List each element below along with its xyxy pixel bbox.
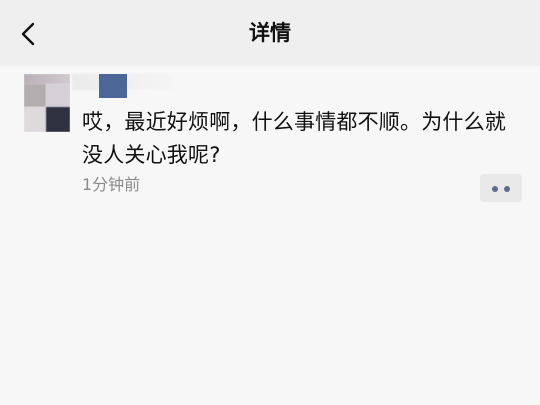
more-options-button[interactable]: [480, 174, 522, 202]
avatar-blur-segment: [46, 107, 70, 132]
top-navigation-bar: 详情: [0, 0, 540, 66]
avatar[interactable]: [24, 74, 70, 132]
avatar-blur-segment: [46, 84, 70, 107]
avatar-blur-segment: [24, 74, 70, 84]
avatar-blur-segment: [24, 107, 46, 132]
avatar-blur-segment: [24, 84, 46, 107]
more-options-icon: [504, 186, 510, 192]
post-detail: 哎，最近好烦啊，什么事情都不顺。为什么就没人关心我呢? 1分钟前: [0, 66, 540, 405]
page-title: 详情: [249, 21, 291, 45]
more-options-icon: [492, 186, 498, 192]
post-message: 哎，最近好烦啊，什么事情都不顺。为什么就没人关心我呢?: [82, 110, 506, 167]
blurred-username-block: [99, 74, 127, 98]
post-timestamp: 1分钟前: [82, 175, 141, 194]
